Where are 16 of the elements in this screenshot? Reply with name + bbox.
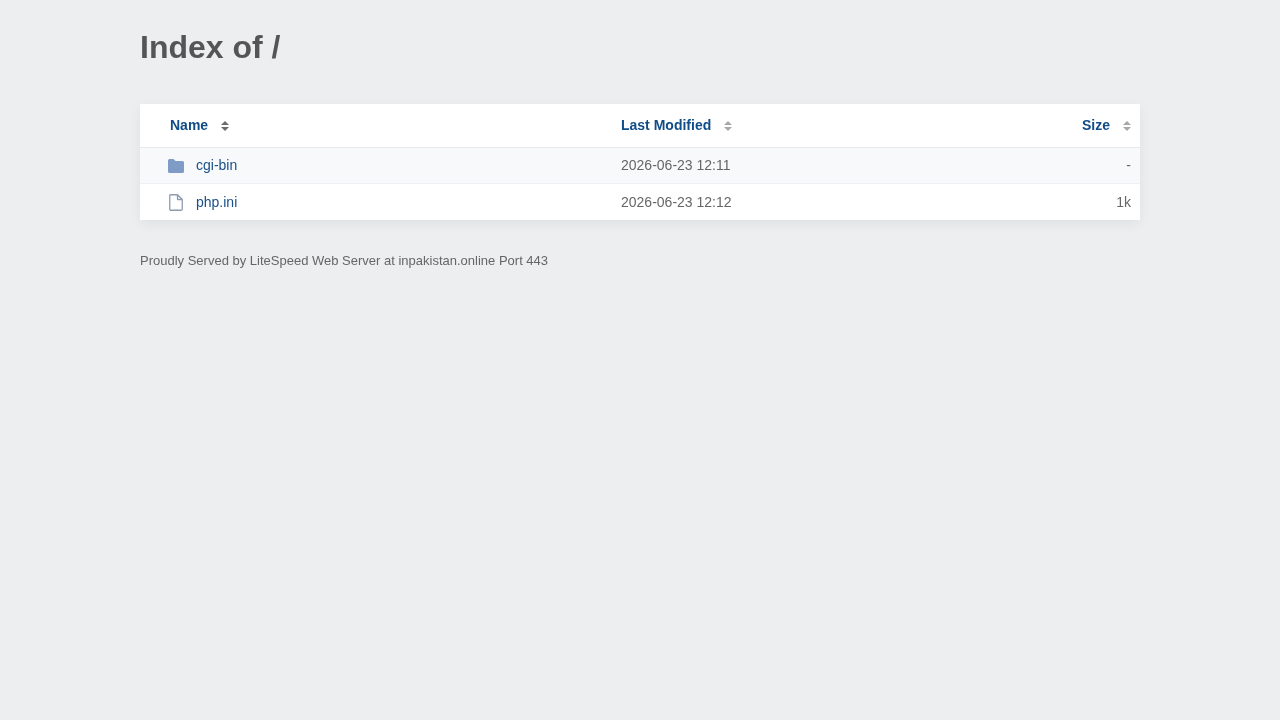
- column-header[interactable]: Name: [170, 115, 230, 136]
- modified-date: 2026-06-23 12:12: [621, 192, 732, 212]
- sort-icon: [221, 120, 230, 131]
- file-size: -: [1126, 156, 1131, 175]
- file-link[interactable]: php.ini: [196, 191, 238, 213]
- file-link[interactable]: cgi-bin: [196, 155, 238, 176]
- file-size: 1k: [1116, 192, 1131, 212]
- modified-date: 2026-06-23 12:11: [621, 156, 731, 175]
- folder-icon: [168, 158, 184, 173]
- page-title: Index of /: [140, 28, 281, 67]
- sort-icon: [724, 120, 733, 131]
- sort-icon: [1123, 120, 1131, 131]
- server-footer: Proudly Served by LiteSpeed Web Server at inpakistan.online Port 443: [140, 251, 549, 271]
- column-header[interactable]: Size: [1082, 115, 1131, 136]
- column-header[interactable]: Last Modified: [621, 115, 733, 136]
- file-icon: [169, 193, 183, 211]
